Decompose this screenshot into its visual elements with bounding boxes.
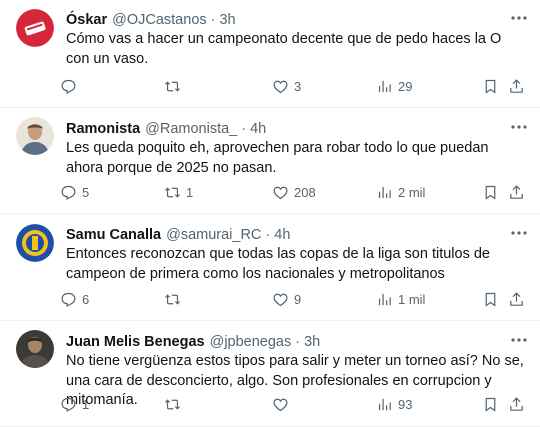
views-button[interactable]: 1 mil xyxy=(376,289,425,309)
timestamp[interactable]: 3h xyxy=(219,12,235,28)
views-icon xyxy=(378,80,391,92)
share-icon xyxy=(510,291,523,306)
retweet-button[interactable]: 1 xyxy=(164,182,193,202)
bookmark-icon xyxy=(485,292,496,307)
bookmark-icon xyxy=(485,397,496,412)
reply-icon xyxy=(61,79,76,94)
views-icon xyxy=(378,398,391,410)
avatar[interactable] xyxy=(16,9,54,47)
views-button[interactable]: 93 xyxy=(376,394,412,414)
timestamp[interactable]: 4h xyxy=(274,227,290,243)
share-button[interactable] xyxy=(508,394,525,414)
reply-button[interactable] xyxy=(60,76,82,96)
retweet-count: 1 xyxy=(186,184,194,200)
author-name[interactable]: Ramonista xyxy=(66,121,140,137)
action-bar: 1 93 xyxy=(60,394,528,414)
reply-icon xyxy=(61,185,76,200)
like-icon xyxy=(273,80,288,93)
tweet[interactable]: Ramonista @Ramonista_ · 4h Les queda poq… xyxy=(0,108,540,214)
share-icon xyxy=(510,396,523,411)
reply-button[interactable]: 5 xyxy=(60,182,89,202)
author-handle[interactable]: @OJCastanos xyxy=(112,12,207,28)
tweet[interactable]: Samu Canalla @samurai_RC · 4h Entonces r… xyxy=(0,214,540,321)
views-icon xyxy=(378,186,391,198)
tweet[interactable]: Juan Melis Benegas @jpbenegas · 3h No ti… xyxy=(0,321,540,427)
more-icon[interactable] xyxy=(510,224,528,242)
separator: · xyxy=(241,120,247,137)
author-handle[interactable]: @samurai_RC xyxy=(166,227,261,243)
retweet-button[interactable] xyxy=(164,76,186,96)
like-icon xyxy=(273,293,288,306)
action-bar: 5 1 208 2 mil xyxy=(60,182,528,202)
retweet-icon xyxy=(164,186,181,198)
reply-count: 6 xyxy=(82,291,90,307)
tweet[interactable]: Óskar @OJCastanos · 3h Cómo vas a hacer … xyxy=(0,0,540,108)
separator: · xyxy=(265,226,271,243)
retweet-icon xyxy=(164,293,181,305)
like-icon xyxy=(273,186,288,199)
timestamp[interactable]: 3h xyxy=(304,334,320,350)
like-icon xyxy=(273,398,288,411)
views-button[interactable]: 29 xyxy=(376,76,412,96)
reply-count: 5 xyxy=(82,184,90,200)
view-count: 2 mil xyxy=(398,184,426,200)
more-icon[interactable] xyxy=(510,9,528,27)
view-count: 1 mil xyxy=(398,291,426,307)
avatar[interactable] xyxy=(16,330,54,368)
author-name[interactable]: Óskar xyxy=(66,12,107,28)
separator: · xyxy=(210,11,216,28)
view-count: 93 xyxy=(398,396,413,412)
bookmark-button[interactable] xyxy=(482,289,499,309)
author-name[interactable]: Juan Melis Benegas xyxy=(66,334,205,350)
author-handle[interactable]: @jpbenegas xyxy=(210,334,292,350)
view-count: 29 xyxy=(398,78,413,94)
action-bar: 3 29 xyxy=(60,76,528,96)
like-count: 3 xyxy=(294,78,302,94)
bookmark-button[interactable] xyxy=(482,394,499,414)
retweet-icon xyxy=(164,398,181,410)
reply-icon xyxy=(61,397,76,412)
reply-button[interactable]: 1 xyxy=(60,394,89,414)
retweet-button[interactable] xyxy=(164,394,186,414)
views-icon xyxy=(378,293,391,305)
like-button[interactable] xyxy=(272,394,294,414)
like-button[interactable]: 3 xyxy=(272,76,301,96)
share-button[interactable] xyxy=(508,289,525,309)
reply-button[interactable]: 6 xyxy=(60,289,89,309)
share-button[interactable] xyxy=(508,182,525,202)
like-button[interactable]: 9 xyxy=(272,289,301,309)
reply-icon xyxy=(61,292,76,307)
like-button[interactable]: 208 xyxy=(272,182,316,202)
more-icon[interactable] xyxy=(510,118,528,136)
share-icon xyxy=(510,78,523,93)
author-handle[interactable]: @Ramonista_ xyxy=(145,121,237,137)
tweet-text: Entonces reconozcan que todas las copas … xyxy=(66,246,490,282)
tweet-text: Les queda poquito eh, aprovechen para ro… xyxy=(66,140,489,176)
bookmark-icon xyxy=(485,185,496,200)
reply-count: 1 xyxy=(82,396,90,412)
like-count: 208 xyxy=(294,184,316,200)
share-button[interactable] xyxy=(508,76,525,96)
share-icon xyxy=(510,184,523,199)
tweet-text: Cómo vas a hacer un campeonato decente q… xyxy=(66,31,502,67)
bookmark-button[interactable] xyxy=(482,76,499,96)
like-count: 9 xyxy=(294,291,302,307)
views-button[interactable]: 2 mil xyxy=(376,182,425,202)
author-name[interactable]: Samu Canalla xyxy=(66,227,161,243)
timestamp[interactable]: 4h xyxy=(250,121,266,137)
action-bar: 6 9 1 mil xyxy=(60,289,528,309)
more-icon[interactable] xyxy=(510,331,528,349)
bookmark-button[interactable] xyxy=(482,182,499,202)
retweet-button[interactable] xyxy=(164,289,186,309)
separator: · xyxy=(295,333,301,350)
avatar[interactable] xyxy=(16,224,54,262)
retweet-icon xyxy=(164,80,181,92)
bookmark-icon xyxy=(485,79,496,94)
avatar[interactable] xyxy=(16,117,54,155)
